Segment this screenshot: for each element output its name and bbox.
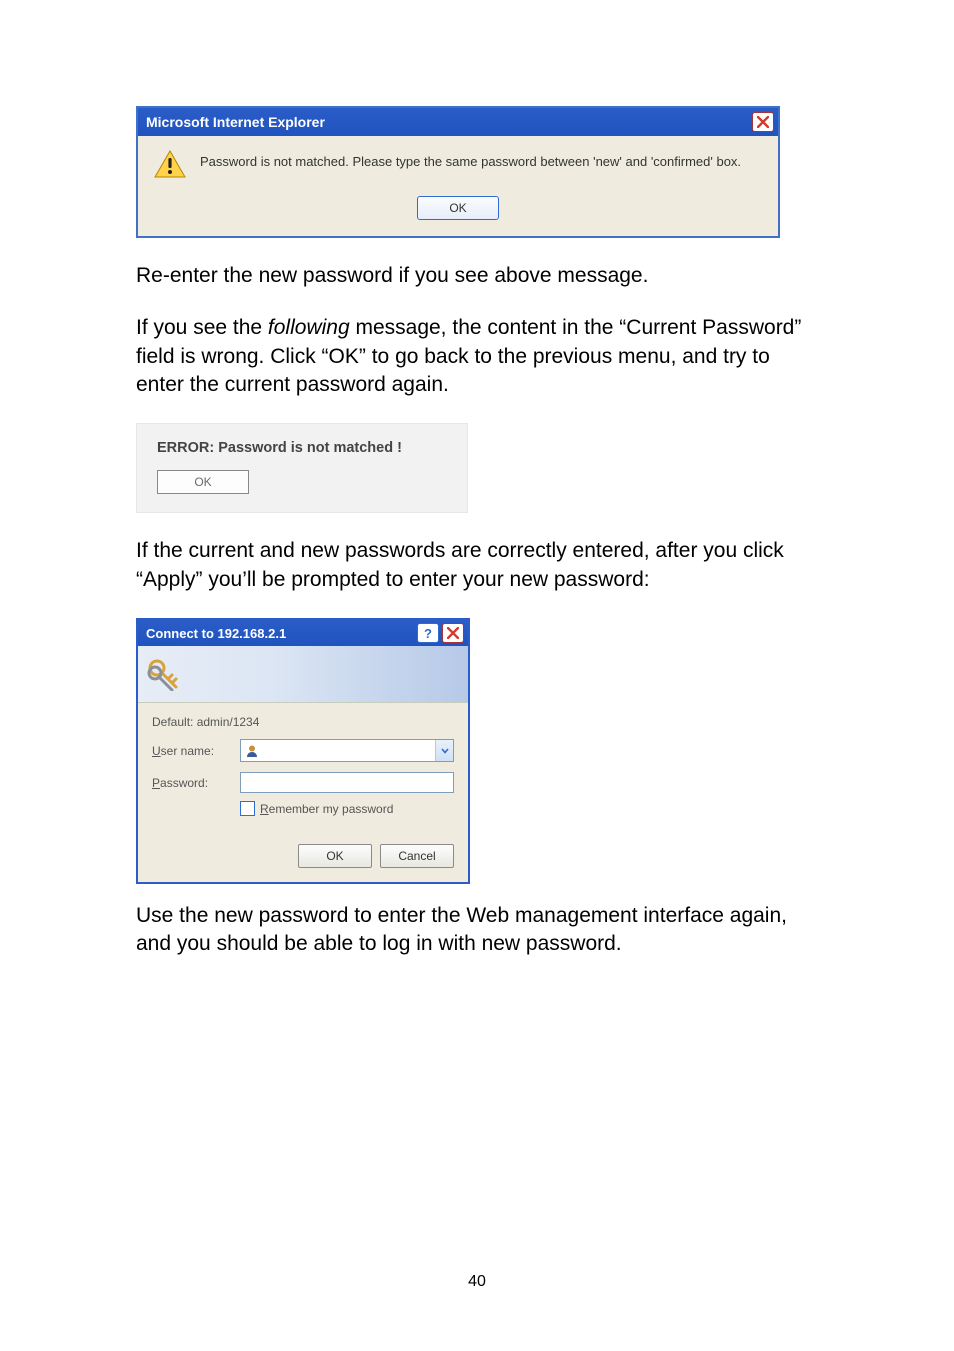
close-icon[interactable] [752,112,774,132]
ie-alert-message: Password is not matched. Please type the… [200,150,741,169]
ie-alert-body: Password is not matched. Please type the… [138,136,778,236]
auth-dialog: Connect to 192.168.2.1 ? Default: admin/… [136,618,470,884]
ie-alert-title: Microsoft Internet Explorer [146,114,325,130]
password-label: Password: [152,776,240,790]
username-label: User name: [152,744,240,758]
auth-body: Default: admin/1234 User name: Password: [138,703,468,882]
cancel-button[interactable]: Cancel [380,844,454,868]
keys-icon [146,657,180,691]
user-icon [245,744,259,758]
paragraph-reenter: Re-enter the new password if you see abo… [136,262,818,290]
auth-title: Connect to 192.168.2.1 [146,626,286,641]
remember-checkbox[interactable] [240,801,255,816]
auth-banner [138,646,468,703]
paragraph-following: If you see the following message, the co… [136,314,818,399]
document-page: Microsoft Internet Explorer Password is … [0,0,954,1351]
auth-titlebar: Connect to 192.168.2.1 ? [138,620,468,646]
help-icon[interactable]: ? [417,623,439,643]
ok-button[interactable]: OK [417,196,499,220]
ie-alert-titlebar: Microsoft Internet Explorer [138,108,778,136]
paragraph-use-new: Use the new password to enter the Web ma… [136,902,818,959]
chevron-down-icon[interactable] [435,740,453,761]
auth-realm: Default: admin/1234 [152,715,454,729]
username-field[interactable] [240,739,454,762]
ie-alert-dialog: Microsoft Internet Explorer Password is … [136,106,780,238]
ok-button[interactable]: OK [157,470,249,494]
warning-icon [154,150,186,178]
page-number: 40 [0,1273,954,1291]
text-following: following [268,316,350,339]
paragraph-apply: If the current and new passwords are cor… [136,537,818,594]
remember-label: Remember my password [260,802,393,816]
ok-button[interactable]: OK [298,844,372,868]
close-icon[interactable] [442,623,464,643]
password-field[interactable] [240,772,454,793]
error-box-title: ERROR: Password is not matched ! [157,440,447,456]
remember-row[interactable]: Remember my password [240,801,454,816]
error-box: ERROR: Password is not matched ! OK [136,423,468,513]
text-fragment: If you see the [136,316,268,339]
